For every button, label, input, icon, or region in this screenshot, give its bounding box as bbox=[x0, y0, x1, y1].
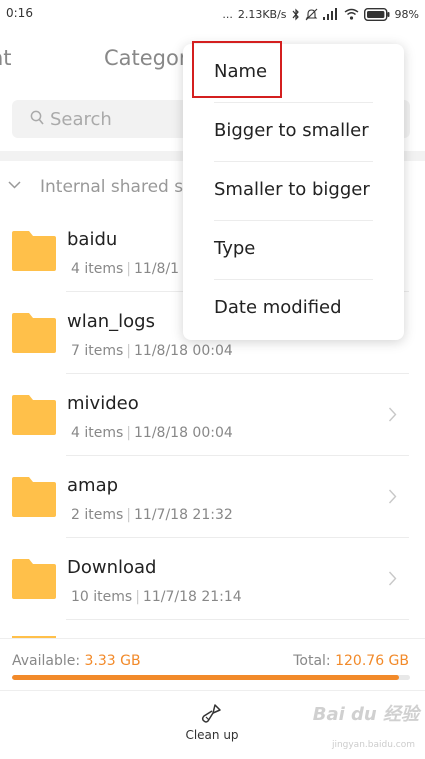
file-item-count: 7 items bbox=[71, 343, 124, 359]
file-meta: 10 items | 11/7/18 21:14 bbox=[71, 589, 242, 605]
folder-icon bbox=[12, 477, 56, 517]
sort-item-date-modified[interactable]: Date modified bbox=[183, 280, 404, 339]
file-item-count: 4 items bbox=[71, 261, 124, 277]
file-meta: 4 items | 11/8/1 bbox=[71, 261, 180, 277]
status-dots: ... bbox=[222, 7, 233, 21]
storage-progress-bar bbox=[12, 675, 410, 680]
watermark-logo: Bai du 经验 bbox=[312, 704, 419, 725]
available-space: Available: 3.33 GB bbox=[12, 653, 141, 669]
highlight-box bbox=[192, 41, 282, 98]
sort-item-type[interactable]: Type bbox=[183, 221, 404, 280]
sort-item-label: Smaller to bigger bbox=[214, 179, 370, 200]
folder-icon bbox=[12, 395, 56, 435]
sort-item-label: Bigger to smaller bbox=[214, 120, 369, 141]
clean-up-button[interactable]: Clean up bbox=[178, 703, 246, 753]
search-placeholder: Search bbox=[50, 109, 112, 130]
sort-menu: Name Bigger to smaller Smaller to bigger… bbox=[183, 41, 404, 340]
chevron-right-icon bbox=[388, 407, 397, 422]
file-date: 11/8/1 bbox=[134, 261, 180, 277]
file-date: 11/8/18 00:04 bbox=[134, 425, 233, 441]
file-item-count: 10 items bbox=[71, 589, 133, 605]
file-meta: 2 items | 11/7/18 21:32 bbox=[71, 507, 233, 523]
file-date: 11/8/18 00:04 bbox=[134, 343, 233, 359]
file-name: wlan_logs bbox=[67, 311, 155, 332]
list-item[interactable]: mivideo 4 items | 11/8/18 00:04 bbox=[0, 374, 425, 456]
sort-item-label: Date modified bbox=[214, 297, 342, 318]
status-bar: 0:16 ... 2.13KB/s 98% bbox=[0, 0, 425, 28]
signal-icon bbox=[322, 8, 337, 20]
sort-item-bigger-to-smaller[interactable]: Bigger to smaller bbox=[183, 103, 404, 162]
file-item-count: 4 items bbox=[71, 425, 124, 441]
mute-icon bbox=[305, 8, 317, 20]
network-speed: 2.13KB/s bbox=[237, 7, 287, 21]
file-meta: 4 items | 11/8/18 00:04 bbox=[71, 425, 233, 441]
status-icons: ... 2.13KB/s 98% bbox=[222, 4, 419, 24]
chevron-down-icon bbox=[8, 181, 21, 189]
battery-icon bbox=[363, 7, 390, 21]
sort-item-name[interactable]: Name bbox=[183, 41, 404, 103]
battery-percent: 98% bbox=[394, 7, 419, 21]
bluetooth-icon bbox=[292, 8, 299, 20]
sort-item-label: Type bbox=[214, 238, 256, 259]
file-item-count: 2 items bbox=[71, 507, 124, 523]
available-value: 3.33 GB bbox=[84, 653, 141, 669]
chevron-right-icon bbox=[388, 571, 397, 586]
tab-categories[interactable]: Categor bbox=[104, 46, 188, 70]
folder-icon bbox=[12, 231, 56, 271]
watermark-url: jingyan.baidu.com bbox=[331, 740, 415, 750]
total-value: 120.76 GB bbox=[335, 653, 409, 669]
broom-icon bbox=[201, 704, 221, 723]
storage-progress-fill bbox=[12, 675, 399, 680]
total-space: Total: 120.76 GB bbox=[293, 653, 409, 669]
file-name: baidu bbox=[67, 229, 118, 250]
list-item[interactable]: Download 10 items | 11/7/18 21:14 bbox=[0, 538, 425, 620]
file-name: mivideo bbox=[67, 393, 139, 414]
storage-summary: Available: 3.33 GB Total: 120.76 GB bbox=[0, 638, 425, 690]
file-meta: 7 items | 11/8/18 00:04 bbox=[71, 343, 233, 359]
list-item[interactable]: amap 2 items | 11/7/18 21:32 bbox=[0, 456, 425, 538]
file-date: 11/7/18 21:14 bbox=[142, 589, 242, 605]
folder-icon bbox=[12, 313, 56, 353]
file-name: amap bbox=[67, 475, 119, 496]
file-name: Download bbox=[67, 557, 157, 578]
storage-title: Internal shared st bbox=[40, 177, 190, 197]
wifi-icon bbox=[344, 8, 358, 20]
clean-up-label: Clean up bbox=[185, 728, 239, 742]
search-icon bbox=[30, 110, 44, 125]
status-time: 0:16 bbox=[6, 6, 33, 20]
tab-recent[interactable]: nt bbox=[0, 46, 12, 70]
folder-icon bbox=[12, 559, 56, 599]
file-date: 11/7/18 21:32 bbox=[134, 507, 233, 523]
available-label: Available: bbox=[12, 653, 81, 669]
total-label: Total: bbox=[293, 653, 331, 669]
sort-item-smaller-to-bigger[interactable]: Smaller to bigger bbox=[183, 162, 404, 221]
chevron-right-icon bbox=[388, 489, 397, 504]
